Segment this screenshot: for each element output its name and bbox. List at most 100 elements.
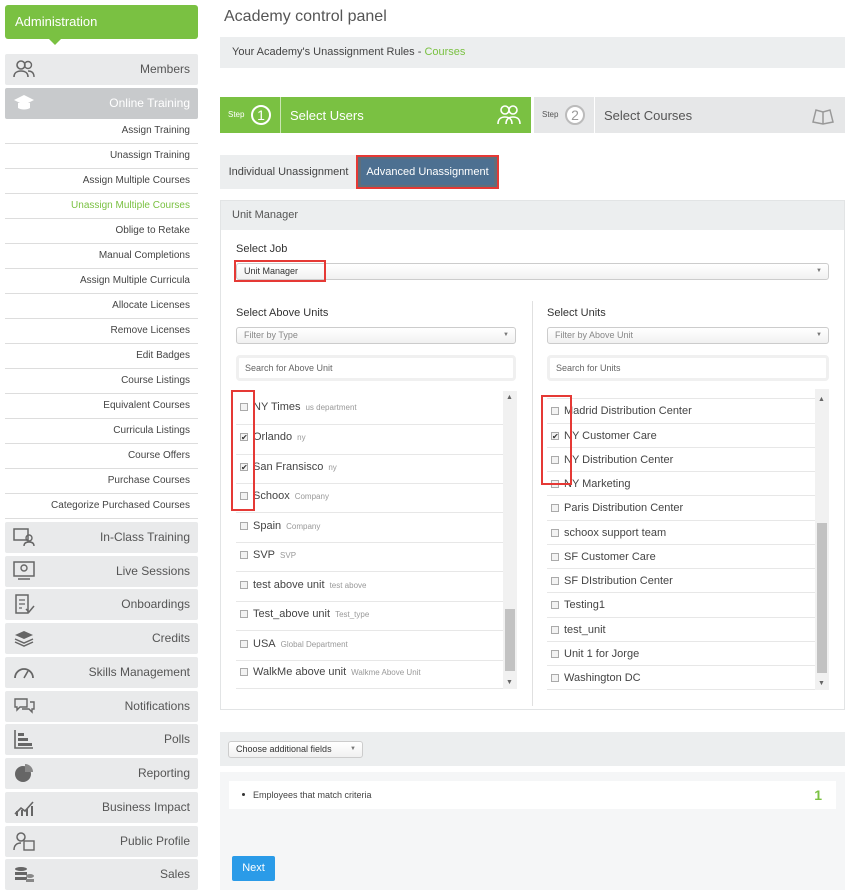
scrollbar-thumb[interactable] [817,523,827,673]
checkbox[interactable] [240,581,248,589]
scrollbar[interactable]: ▲ ▼ [815,389,829,690]
submenu-item[interactable]: Categorize Purchased Courses [5,494,198,519]
sidebar-item-label: Public Profile [119,834,190,848]
checkbox[interactable] [240,551,248,559]
list-item[interactable]: USA Global Department [236,631,503,661]
unit-name: Orlando [253,431,293,443]
sidebar-item-live-sessions[interactable]: Live Sessions [5,556,198,587]
list-item[interactable]: ✔ San Fransisco ny [236,455,503,484]
list-item[interactable]: test above unit test above [236,572,503,602]
search-units-input[interactable]: Search for Units [547,355,829,381]
submenu-item[interactable]: Equivalent Courses [5,394,198,419]
sidebar: Administration Members Online Training A… [0,0,206,891]
breadcrumb-link-courses[interactable]: Courses [424,46,465,58]
list-item[interactable]: SVP SVP [236,543,503,572]
sidebar-item-credits[interactable]: Credits [5,623,198,654]
checkbox[interactable] [551,529,559,537]
list-item[interactable]: SF Customer Care [547,545,815,569]
step-select-courses[interactable]: Step 2 Select Courses [534,97,845,133]
list-item[interactable]: Schoox Company [236,484,503,513]
submenu-item[interactable]: Course Offers [5,444,198,469]
graduation-cap-icon [14,95,34,110]
checkbox[interactable] [240,522,248,530]
list-item[interactable]: Madrid Distribution Center [547,399,815,424]
administration-button[interactable]: Administration [5,5,198,45]
search-above-unit-input[interactable]: Search for Above Unit [236,355,516,381]
scroll-up-icon[interactable]: ▲ [506,394,513,401]
tab-individual-unassignment[interactable]: Individual Unassignment [220,155,357,189]
list-item[interactable]: schoox support team [547,521,815,545]
next-button[interactable]: Next [232,856,275,881]
checkbox[interactable] [551,674,559,682]
sidebar-item-notifications[interactable]: Notifications [5,691,198,722]
sidebar-item-onboardings[interactable]: Onboardings [5,589,198,620]
sidebar-item-online-training[interactable]: Online Training [5,88,198,119]
filter-by-above-unit-dropdown[interactable]: Filter by Above Unit [547,327,829,344]
step-select-users[interactable]: Step 1 Select Users [220,97,531,133]
sidebar-item-business-impact[interactable]: Business Impact [5,792,198,823]
checkbox[interactable] [551,577,559,585]
unit-name: Washington DC [564,672,641,684]
checkbox[interactable] [240,668,248,676]
choose-additional-fields-dropdown[interactable]: Choose additional fields [228,741,363,758]
scroll-up-icon[interactable]: ▲ [818,396,825,403]
list-item[interactable]: Test_above unit Test_type [236,602,503,631]
scrollbar[interactable]: ▲ ▼ [503,391,517,689]
sidebar-item-members[interactable]: Members [5,54,198,85]
submenu-item[interactable]: Unassign Training [5,144,198,169]
submenu-item[interactable]: Oblige to Retake [5,219,198,244]
unit-type: SVP [280,551,297,560]
filter-by-type-dropdown[interactable]: Filter by Type [236,327,516,344]
units-list: Madrid Distribution Center ✔ NY Customer … [547,389,829,690]
submenu-item[interactable]: Assign Training [5,119,198,144]
submenu-item[interactable]: Curricula Listings [5,419,198,444]
list-item[interactable]: SF DIstribution Center [547,569,815,593]
in-class-icon [13,528,35,547]
pie-chart-icon [15,764,33,782]
list-item[interactable]: NY Times us department [236,391,503,425]
submenu-item[interactable]: Remove Licenses [5,319,198,344]
sidebar-item-public-profile[interactable]: Public Profile [5,826,198,857]
list-item[interactable]: Unit 1 for Jorge [547,642,815,666]
submenu-item[interactable]: Assign Multiple Courses [5,169,198,194]
step-number: 2 [565,105,585,125]
checkbox[interactable] [240,610,248,618]
list-item[interactable]: NY Distribution Center [547,448,815,472]
sidebar-item-polls[interactable]: Polls [5,724,198,755]
sidebar-item-sales[interactable]: Sales [5,859,198,890]
list-item[interactable]: ✔ NY Customer Care [547,424,815,448]
unit-type: Test_type [335,610,370,619]
checkbox[interactable] [551,504,559,512]
submenu-item[interactable]: Edit Badges [5,344,198,369]
tab-advanced-unassignment[interactable]: Advanced Unassignment [356,155,499,189]
list-item[interactable]: NY Marketing [547,472,815,496]
checkbox[interactable] [551,553,559,561]
submenu-item[interactable]: Purchase Courses [5,469,198,494]
submenu-item[interactable]: Manual Completions [5,244,198,269]
unit-name: test above unit [253,579,325,591]
highlight-box [234,260,326,282]
checkbox[interactable] [240,640,248,648]
list-item[interactable]: ✔ Orlando ny [236,425,503,455]
sidebar-item-skills-management[interactable]: Skills Management [5,657,198,688]
sidebar-item-reporting[interactable]: Reporting [5,758,198,789]
list-item[interactable]: WalkMe above unit Walkme Above Unit [236,661,503,689]
list-item[interactable]: Paris Distribution Center [547,496,815,521]
submenu-item-active[interactable]: Unassign Multiple Courses [5,194,198,219]
submenu-item[interactable]: Allocate Licenses [5,294,198,319]
submenu-item[interactable]: Assign Multiple Curricula [5,269,198,294]
checkbox[interactable] [551,601,559,609]
list-item[interactable]: Testing1 [547,593,815,618]
list-item[interactable]: Washington DC [547,666,815,690]
checkbox[interactable] [551,650,559,658]
sidebar-item-in-class-training[interactable]: In-Class Training [5,522,198,553]
scroll-down-icon[interactable]: ▼ [506,679,513,686]
checkbox[interactable] [551,626,559,634]
employees-match-count: 1 [814,787,822,803]
book-icon [812,109,834,125]
submenu-item[interactable]: Course Listings [5,369,198,394]
list-item[interactable]: Spain Company [236,513,503,543]
scrollbar-thumb[interactable] [505,609,515,671]
list-item[interactable]: test_unit [547,618,815,642]
scroll-down-icon[interactable]: ▼ [818,680,825,687]
